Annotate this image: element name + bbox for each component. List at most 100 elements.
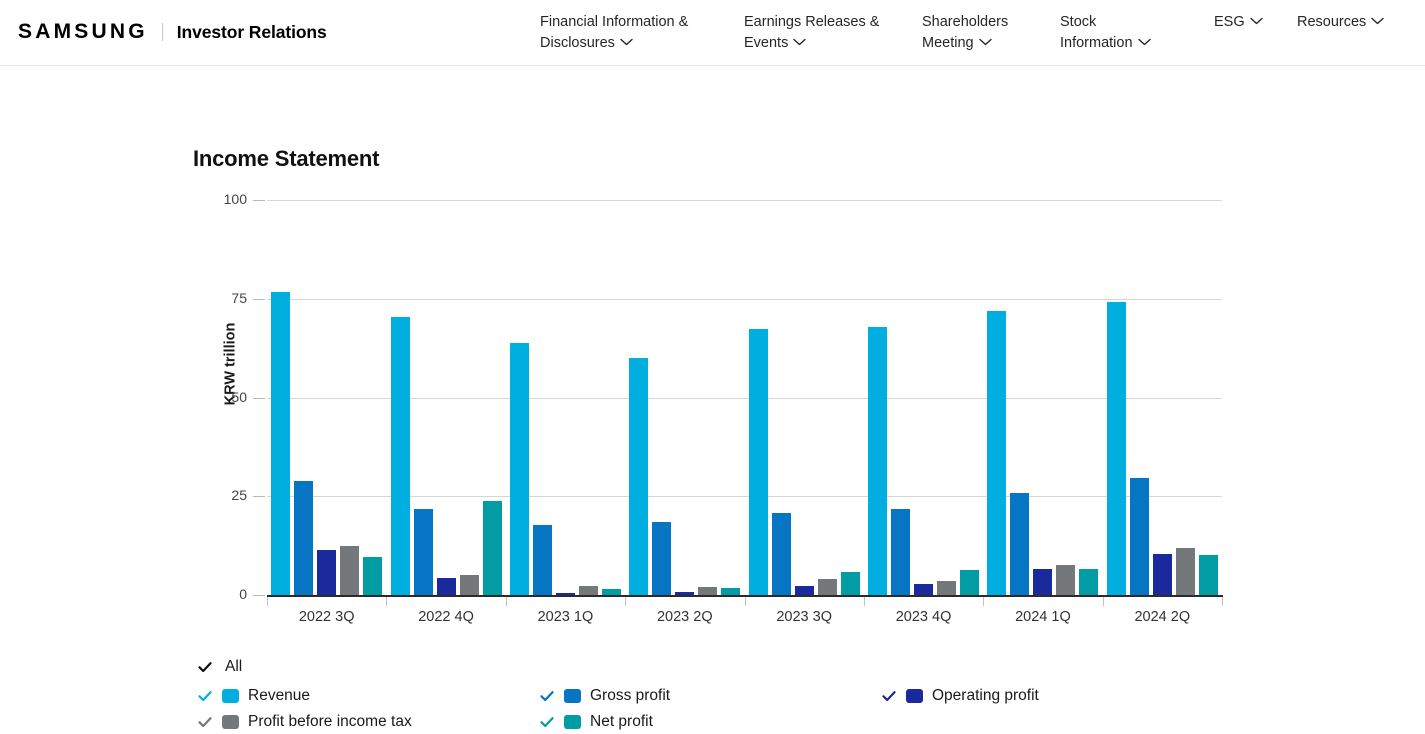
bar[interactable] (841, 572, 860, 595)
bar[interactable] (414, 509, 433, 596)
bar[interactable] (960, 570, 979, 595)
y-axis-tick-mark (253, 398, 265, 399)
x-axis-tick-label: 2022 3Q (267, 609, 387, 625)
bar[interactable] (772, 513, 791, 595)
y-axis-tick-mark (253, 496, 265, 497)
bar-group (983, 200, 1102, 595)
bar[interactable] (340, 546, 359, 595)
bar[interactable] (437, 578, 456, 595)
brand-divider (162, 23, 163, 41)
y-axis-tick-mark (253, 200, 265, 201)
x-axis-tick-mark (745, 597, 746, 606)
page-title: Income Statement (193, 146, 379, 172)
nav-financial-information-disclosures[interactable]: Financial Information & Disclosures (540, 12, 744, 54)
legend-color-swatch (222, 715, 239, 729)
bar[interactable] (1033, 569, 1052, 595)
x-axis-tick-mark (506, 597, 507, 606)
legend-item-revenue[interactable]: Revenue (197, 684, 539, 708)
bar[interactable] (1107, 302, 1126, 595)
legend-item-net-profit[interactable]: Net profit (539, 710, 881, 734)
bar[interactable] (271, 292, 290, 595)
bar[interactable] (987, 311, 1006, 595)
bar[interactable] (937, 581, 956, 595)
bar[interactable] (652, 522, 671, 595)
check-icon (881, 688, 897, 704)
legend-item-profit-before-income-tax[interactable]: Profit before income tax (197, 710, 539, 734)
bar[interactable] (698, 587, 717, 595)
bar[interactable] (749, 329, 768, 595)
nav-label: ESG (1214, 14, 1245, 30)
bar[interactable] (1153, 554, 1172, 595)
legend-label: Operating profit (932, 687, 1039, 705)
bar[interactable] (391, 317, 410, 595)
bar[interactable] (483, 501, 502, 595)
check-icon (539, 688, 555, 704)
chevron-down-icon (1371, 17, 1384, 25)
chevron-down-icon (1138, 38, 1151, 46)
bar[interactable] (1056, 565, 1075, 595)
x-axis-tick-label: 2024 1Q (983, 609, 1103, 625)
nav-label: Resources (1297, 14, 1366, 30)
bar[interactable] (1010, 493, 1029, 595)
nav-esg[interactable]: ESG (1214, 12, 1297, 33)
bar[interactable] (1199, 555, 1218, 595)
check-icon (197, 688, 213, 704)
bar[interactable] (460, 575, 479, 595)
chevron-down-icon (1250, 17, 1263, 25)
bar[interactable] (317, 550, 336, 595)
x-axis-tick-mark (983, 597, 984, 606)
bar[interactable] (602, 589, 621, 595)
nav-earnings-releases-events[interactable]: Earnings Releases & Events (744, 12, 922, 54)
nav-label: Earnings Releases & Events (744, 14, 879, 51)
bar[interactable] (533, 525, 552, 595)
x-axis-tick-label: 2023 2Q (625, 609, 745, 625)
legend-item-operating-profit[interactable]: Operating profit (881, 684, 1257, 708)
bar[interactable] (818, 579, 837, 595)
chart-legend: All Revenue Gross profit Operating profit P… (197, 654, 1257, 734)
x-axis-tick-mark (1222, 597, 1223, 606)
x-axis-tick-mark (864, 597, 865, 606)
bar[interactable] (363, 557, 382, 595)
brand[interactable]: SAMSUNG Investor Relations (18, 20, 327, 44)
y-axis-tick-mark (253, 595, 265, 596)
bar[interactable] (629, 358, 648, 595)
nav-resources[interactable]: Resources (1297, 12, 1407, 33)
nav-shareholders-meeting[interactable]: Shareholders Meeting (922, 12, 1060, 54)
legend-item-gross-profit[interactable]: Gross profit (539, 684, 881, 708)
bar[interactable] (675, 592, 694, 595)
nav-stock-information[interactable]: Stock Information (1060, 12, 1214, 54)
chevron-down-icon (979, 38, 992, 46)
bar[interactable] (510, 343, 529, 595)
legend-label: Revenue (248, 687, 310, 705)
bar[interactable] (795, 586, 814, 595)
bar[interactable] (1130, 478, 1149, 595)
x-axis-tick-mark (625, 597, 626, 606)
bar-group (506, 200, 625, 595)
legend-label: Net profit (590, 713, 653, 731)
x-axis-tick-label: 2023 1Q (505, 609, 625, 625)
legend-color-swatch (222, 689, 239, 703)
bar-group (267, 200, 386, 595)
main-navigation: Financial Information & Disclosures Earn… (540, 12, 1407, 54)
bar[interactable] (891, 509, 910, 595)
bar[interactable] (579, 586, 598, 595)
check-icon (197, 714, 213, 730)
legend-color-swatch (906, 689, 923, 703)
bar[interactable] (914, 584, 933, 595)
bar[interactable] (868, 327, 887, 595)
legend-label-all: All (225, 658, 242, 676)
nav-label: Shareholders Meeting (922, 14, 1008, 51)
bar[interactable] (1079, 569, 1098, 595)
y-axis-tick-label: 100 (195, 191, 247, 207)
legend-item-all[interactable]: All (197, 654, 1257, 680)
bar[interactable] (721, 588, 740, 595)
bar[interactable] (294, 481, 313, 595)
bar[interactable] (556, 593, 575, 595)
bar[interactable] (1176, 548, 1195, 595)
x-axis-tick-label: 2023 4Q (864, 609, 984, 625)
nav-label: Stock Information (1060, 14, 1133, 51)
y-axis-tick-mark (253, 299, 265, 300)
legend-label: Gross profit (590, 687, 670, 705)
x-axis-tick-mark (386, 597, 387, 606)
bar-group (625, 200, 744, 595)
